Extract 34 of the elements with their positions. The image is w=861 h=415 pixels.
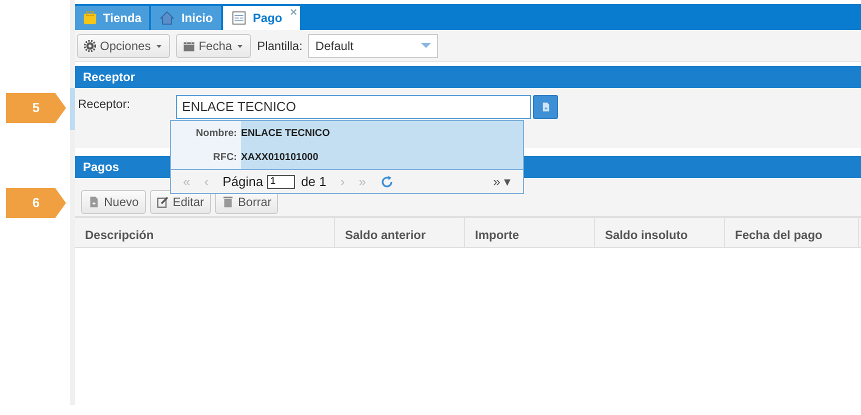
- column-header: Saldo insoluto: [595, 218, 725, 247]
- suggestion-label: Nombre:: [171, 121, 241, 145]
- pencil-icon: [156, 196, 169, 208]
- trash-icon: [222, 196, 234, 208]
- calendar-icon: [182, 40, 195, 52]
- form-icon: [230, 11, 247, 25]
- field-label: Plantilla:: [257, 38, 302, 54]
- toolbar-button[interactable]: Nuevo: [81, 190, 146, 214]
- field-label: Receptor:: [78, 96, 130, 113]
- column-header: Importe: [465, 218, 595, 247]
- step-marker: 6: [6, 188, 66, 218]
- template-select[interactable]: Default: [308, 34, 438, 58]
- toolbar-button[interactable]: Opciones: [77, 34, 170, 58]
- panel-header: Receptor: [75, 66, 861, 88]
- add-button[interactable]: [533, 95, 558, 119]
- tab[interactable]: Pago ×: [222, 6, 300, 30]
- dropdown-caret-icon: [421, 43, 432, 48]
- toolbar-button[interactable]: Fecha: [176, 34, 252, 58]
- bag-icon: [83, 11, 97, 25]
- suggestion-label: RFC:: [171, 145, 241, 169]
- refresh-icon: [380, 174, 394, 188]
- house-icon: [159, 11, 176, 25]
- receptor-field[interactable]: ENLACE TECNICO: [176, 95, 532, 119]
- page-input[interactable]: 1: [267, 174, 296, 188]
- step-marker: 5: [6, 93, 66, 123]
- document-icon: [540, 101, 551, 113]
- collapse-handle[interactable]: [70, 88, 75, 130]
- gear-icon: [84, 40, 96, 52]
- document-icon: [88, 196, 100, 208]
- suggestion-value[interactable]: ENLACE TECNICO: [241, 121, 523, 145]
- suggestion-value[interactable]: XAXX010101000: [241, 145, 523, 169]
- column-header: Saldo anterior: [335, 218, 465, 247]
- column-header: Fecha del pago: [725, 218, 859, 247]
- column-header: Descripción: [75, 218, 335, 247]
